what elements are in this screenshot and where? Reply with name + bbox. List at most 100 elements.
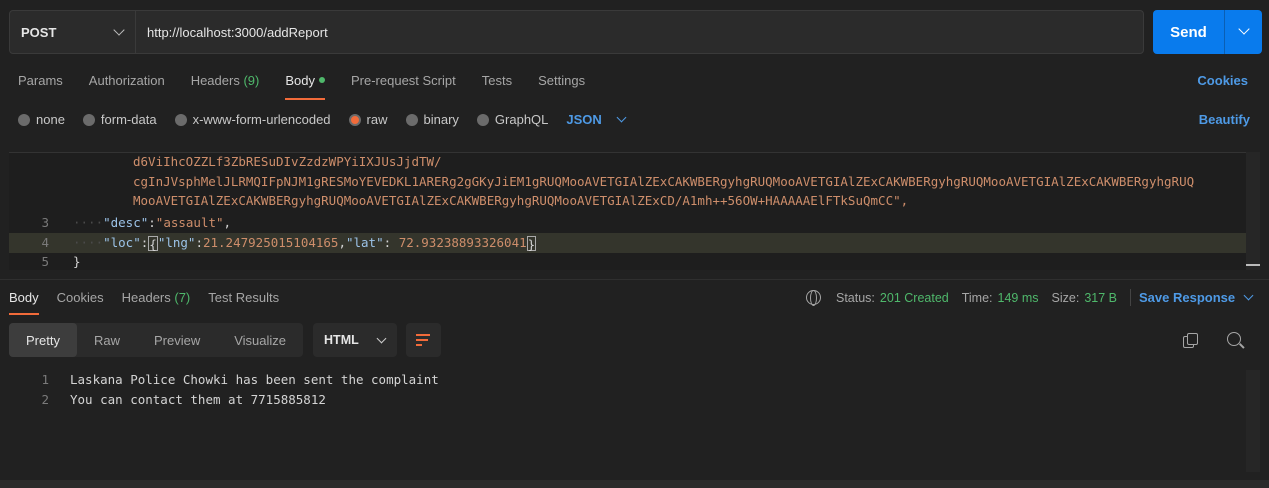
tab-pre-request-script[interactable]: Pre-request Script [351, 72, 456, 100]
radio-circle [82, 113, 95, 126]
url-bar: POST http://localhost:3000/addReport [9, 10, 1144, 54]
save-response-label: Save Response [1139, 290, 1236, 305]
search-icon[interactable] [1227, 332, 1245, 350]
headers-count: (7) [174, 290, 191, 305]
tab-label: Test Results [208, 290, 280, 305]
radio-label: GraphQL [494, 112, 549, 127]
time-label: Time: [961, 290, 993, 305]
tab-label: Headers [121, 290, 171, 305]
radio-binary[interactable]: binary [405, 112, 459, 127]
copy-icon[interactable] [1183, 333, 1199, 349]
radio-label: raw [366, 112, 388, 127]
response-text: You can contact them at 7715885812 [70, 391, 326, 407]
method-select[interactable]: POST [10, 11, 136, 53]
body-type-options: none form-data x-www-form-urlencoded raw… [18, 111, 627, 128]
tab-label: Pre-request Script [350, 73, 456, 88]
radio-x-www-form-urlencoded[interactable]: x-www-form-urlencoded [174, 112, 331, 127]
json-key: "lng" [157, 234, 196, 250]
response-format-label: HTML [324, 333, 359, 347]
radio-label: form-data [100, 112, 157, 127]
radio-label: binary [423, 112, 459, 127]
tab-headers[interactable]: Headers (9) [191, 72, 260, 100]
response-view-bar: Pretty Raw Preview Visualize HTML [9, 323, 442, 357]
size-label: Size: [1051, 290, 1080, 305]
line-number: 2 [41, 391, 49, 407]
tab-response-headers[interactable]: Headers (7) [122, 289, 191, 315]
request-tabs: Params Authorization Headers (9) Body Pr… [18, 72, 611, 100]
code-wrapped-line: cgInJVsphMelJLRMQIFpNJM1gRESMoYEVEDKL1AR… [133, 174, 1195, 189]
radio-none[interactable]: none [18, 112, 65, 127]
json-key: "desc" [103, 215, 149, 231]
view-preview-button[interactable]: Preview [137, 323, 217, 357]
view-raw-button[interactable]: Raw [77, 323, 137, 357]
send-button[interactable]: Send [1153, 10, 1225, 54]
send-options-button[interactable] [1225, 10, 1262, 54]
radio-circle [476, 113, 489, 126]
view-visualize-button[interactable]: Visualize [217, 323, 303, 357]
tab-label: Authorization [88, 73, 165, 88]
radio-raw[interactable]: raw [348, 112, 388, 127]
time-value[interactable]: 149 ms [998, 291, 1039, 305]
beautify-link[interactable]: Beautify [1199, 112, 1250, 127]
tab-label: Settings [538, 73, 586, 88]
code-content: ····"desc":"assault", [73, 215, 232, 231]
line-number: 3 [41, 215, 49, 231]
method-label: POST [21, 24, 57, 40]
tab-label: Headers [190, 73, 240, 88]
code-wrapped-line: d6ViIhcOZZLf3ZbRESuDIvZzdzWPYiIXJUsJjdTW… [133, 154, 442, 169]
tab-response-cookies[interactable]: Cookies [57, 289, 104, 315]
divider [1130, 289, 1131, 306]
tab-label: Params [18, 73, 63, 88]
chevron-down-icon [616, 112, 627, 123]
wrap-lines-icon[interactable] [406, 323, 442, 357]
request-body-editor[interactable]: d6ViIhcOZZLf3ZbRESuDIvZzdzWPYiIXJUsJjdTW… [9, 152, 1260, 270]
tab-authorization[interactable]: Authorization [89, 72, 165, 100]
url-input[interactable]: http://localhost:3000/addReport [136, 11, 1143, 53]
radio-label: x-www-form-urlencoded [192, 112, 331, 127]
globe-icon[interactable] [806, 290, 821, 306]
view-pretty-button[interactable]: Pretty [9, 323, 77, 357]
radio-circle [348, 113, 361, 126]
tab-label: Tests [481, 73, 513, 88]
code-wrapped-line: MooAVETGIAlZExCAKWBERgyhgRUQMooAVETGIAlZ… [133, 193, 909, 208]
tab-label: Body [9, 290, 39, 305]
radio-graphql[interactable]: GraphQL [476, 112, 549, 127]
radio-form-data[interactable]: form-data [82, 112, 157, 127]
response-body[interactable]: 1 Laskana Police Chowki has been sent th… [9, 370, 1246, 470]
tab-tests[interactable]: Tests [482, 72, 512, 100]
save-response-button[interactable]: Save Response [1139, 290, 1254, 305]
response-line: 1 Laskana Police Chowki has been sent th… [9, 370, 1246, 390]
json-value: "assault" [155, 215, 224, 231]
response-format-select[interactable]: HTML [313, 323, 398, 357]
panel-divider[interactable] [0, 279, 1269, 280]
response-line: 2 You can contact them at 7715885812 [9, 390, 1246, 410]
tab-params[interactable]: Params [18, 72, 63, 100]
response-tabs: Body Cookies Headers (7) Test Results [9, 289, 297, 315]
tab-body[interactable]: Body [285, 72, 325, 100]
tab-response-body[interactable]: Body [9, 289, 39, 315]
json-value: 21.247925015104165 [202, 234, 339, 250]
radio-circle [18, 113, 30, 126]
tab-settings[interactable]: Settings [538, 72, 585, 100]
body-modified-dot [318, 77, 325, 83]
json-key: "loc" [103, 234, 141, 250]
line-number: 4 [41, 235, 49, 251]
response-text: Laskana Police Chowki has been sent the … [70, 372, 439, 388]
code-line: 5 } [9, 252, 1260, 270]
chevron-down-icon [113, 24, 125, 36]
response-scrollbar[interactable] [1246, 370, 1260, 472]
tab-label: Body [285, 73, 315, 88]
chevron-down-icon [376, 333, 387, 344]
cookies-link[interactable]: Cookies [1197, 73, 1248, 88]
status-value[interactable]: 201 Created [880, 291, 949, 305]
chevron-down-icon [1243, 290, 1254, 301]
line-number: 5 [41, 254, 49, 270]
editor-scrollbar[interactable] [1246, 152, 1260, 270]
chevron-down-icon [1238, 23, 1250, 35]
code-line: 3 ····"desc":"assault", [9, 213, 1260, 233]
radio-circle [405, 113, 418, 126]
editor-resize-handle[interactable] [1246, 264, 1260, 266]
body-format-select[interactable]: JSON [566, 112, 627, 127]
size-value[interactable]: 317 B [1084, 291, 1117, 305]
tab-test-results[interactable]: Test Results [208, 289, 279, 315]
